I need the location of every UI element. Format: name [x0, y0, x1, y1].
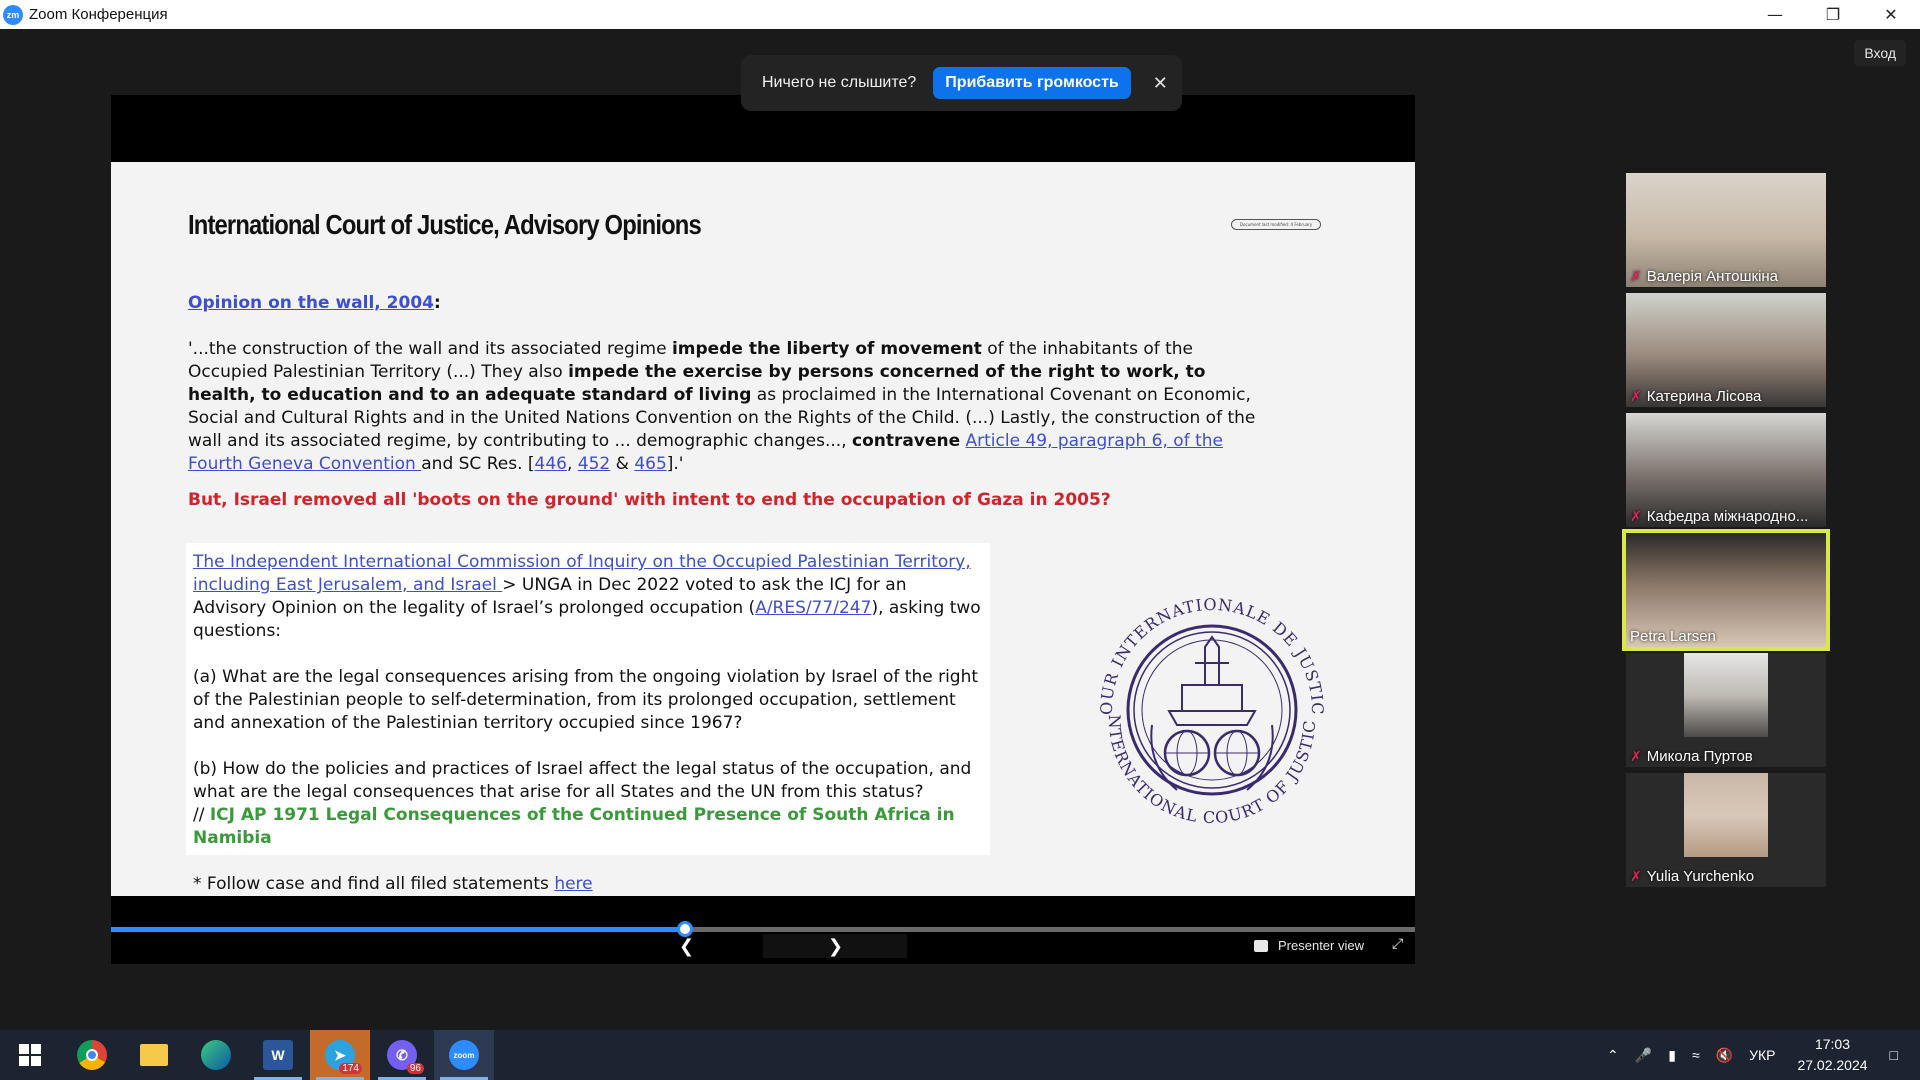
participant-tile[interactable]: ✗ Кафедра міжнародно...	[1626, 413, 1826, 527]
opinion-heading: Opinion on the wall, 2004:	[188, 293, 441, 313]
presenter-view-icon	[1254, 939, 1268, 952]
doc-modified-tag: Document last modified: 4 February	[1231, 219, 1321, 230]
unga-resolution-link[interactable]: A/RES/77/247	[755, 598, 871, 618]
minimize-icon[interactable]: —	[1746, 0, 1804, 29]
participant-tile[interactable]: ✗ Катерина Лісова	[1626, 293, 1826, 407]
wall-opinion-quote: '...the construction of the wall and its…	[188, 338, 1268, 476]
window-controls: — ❐ ✕	[1746, 0, 1920, 29]
show-hidden-icons-icon[interactable]: ⌃	[1607, 1047, 1619, 1064]
quote-bold: impede the liberty of movement	[671, 339, 982, 359]
viber-icon[interactable]: ✆ 96	[372, 1030, 432, 1080]
participant-name: ✗ Кафедра міжнародно...	[1630, 508, 1809, 525]
svg-text:COUR INTERNATIONALE DE JUSTICE: COUR INTERNATIONALE DE JUSTICE	[1087, 585, 1327, 716]
shared-screen: International Court of Justice, Advisory…	[111, 95, 1415, 964]
next-slide-icon[interactable]: ❯	[828, 936, 843, 957]
quote-text: and SC Res. [	[421, 454, 535, 474]
viber-badge: 96	[406, 1063, 424, 1074]
wifi-icon[interactable]: ≈	[1692, 1047, 1700, 1063]
quote-bold: contravene	[852, 431, 961, 451]
quote-text: ].'	[666, 454, 684, 474]
chrome-icon[interactable]	[62, 1030, 122, 1080]
banner-close-icon[interactable]: ✕	[1153, 73, 1168, 94]
window-titlebar: zm Zoom Конференция — ❐ ✕	[0, 0, 1920, 29]
participant-tile[interactable]: ✗ Yulia Yurchenko	[1626, 773, 1826, 887]
meeting-area: Вход Ничего не слышите? Прибавить громко…	[0, 29, 1920, 1030]
slide-title: International Court of Justice, Advisory…	[188, 209, 702, 240]
window-title: Zoom Конференция	[29, 6, 168, 23]
mic-muted-icon: ✗	[1630, 388, 1642, 404]
mic-muted-icon: ✗	[1630, 868, 1642, 884]
word-icon[interactable]: W	[248, 1030, 308, 1080]
system-tray: ⌃ 🎤 ▮ ≈ 🔇 УКР 17:03 27.02.2024 □	[1599, 1030, 1920, 1080]
seal-top-text: COUR INTERNATIONALE DE JUSTICE	[1087, 585, 1326, 716]
presenter-view-button[interactable]: Presenter view	[1254, 938, 1364, 953]
opinion-colon: :	[433, 293, 441, 313]
icj-seal-logo: COUR INTERNATIONALE DE JUSTICE INTERNATI…	[1087, 585, 1327, 827]
microphone-icon[interactable]: 🎤	[1635, 1047, 1652, 1064]
windows-taskbar: W ➤ 174 ✆ 96 zoom ⌃ 🎤 ▮ ≈ 🔇 УКР 17:03 27…	[0, 1030, 1920, 1080]
quote-text: '...the construction of the wall and its…	[188, 339, 672, 359]
file-explorer-icon[interactable]	[124, 1030, 184, 1080]
increase-volume-button[interactable]: Прибавить громкость	[933, 67, 1131, 99]
quote-text: &	[610, 454, 635, 474]
sc-res-446-link[interactable]: 446	[535, 454, 567, 474]
edge-icon[interactable]	[186, 1030, 246, 1080]
namibia-ref-text: ICJ AP 1971 Legal Consequences of the Co…	[193, 805, 955, 848]
telegram-badge: 174	[339, 1063, 362, 1074]
banner-message: Ничего не слышите?	[762, 74, 917, 91]
follow-text: * Follow case and find all filed stateme…	[193, 874, 555, 894]
progress-fill	[111, 927, 685, 932]
advisory-request-box: The Independent International Commission…	[186, 543, 990, 894]
close-icon[interactable]: ✕	[1862, 0, 1920, 29]
previous-slide-icon[interactable]: ❮	[679, 936, 694, 957]
presenter-view-label: Presenter view	[1278, 938, 1364, 953]
participant-video	[1684, 653, 1768, 737]
slide-progress-bar[interactable]	[111, 921, 1415, 937]
presentation-slide: International Court of Justice, Advisory…	[111, 162, 1415, 896]
system-clock[interactable]: 17:03 27.02.2024	[1797, 1034, 1867, 1076]
follow-here-link[interactable]: here	[554, 874, 592, 894]
progress-knob[interactable]	[676, 921, 693, 937]
presenter-controls: ❮ ❯ Presenter view ⤢	[111, 896, 1415, 964]
participant-name: ✗ Микола Пуртов	[1630, 748, 1753, 765]
clock-date: 27.02.2024	[1797, 1057, 1868, 1073]
participant-name: ✗ Катерина Лісова	[1630, 388, 1762, 405]
participant-tile[interactable]: ✗ Валерія Антошкіна	[1626, 173, 1826, 287]
mic-muted-icon: ✗	[1630, 268, 1642, 284]
mic-muted-icon: ✗	[1630, 748, 1642, 764]
follow-case-line: * Follow case and find all filed stateme…	[193, 873, 983, 896]
participant-name: ✗ Yulia Yurchenko	[1630, 868, 1755, 885]
participant-video	[1684, 773, 1768, 857]
participant-tile-active-speaker[interactable]: Petra Larsen	[1622, 529, 1830, 651]
question-b: (b) How do the policies and practices of…	[193, 759, 972, 802]
telegram-icon[interactable]: ➤ 174	[310, 1030, 370, 1080]
quote-text: ,	[566, 454, 578, 474]
clock-time: 17:03	[1814, 1036, 1851, 1052]
language-indicator[interactable]: УКР	[1749, 1047, 1775, 1063]
participant-name: ✗ Валерія Антошкіна	[1630, 268, 1779, 285]
sc-res-465-link[interactable]: 465	[634, 454, 666, 474]
question-a: (a) What are the legal consequences aris…	[193, 667, 979, 733]
box-paragraph-intro: The Independent International Commission…	[193, 551, 983, 643]
opinion-wall-link[interactable]: Opinion on the wall, 2004	[188, 293, 434, 313]
audio-notification-banner: Ничего не слышите? Прибавить громкость ✕	[741, 55, 1182, 111]
login-button[interactable]: Вход	[1854, 40, 1906, 66]
zoom-taskbar-icon[interactable]: zoom	[434, 1030, 494, 1080]
participant-tile[interactable]: ✗ Микола Пуртов	[1626, 653, 1826, 767]
mic-muted-icon: ✗	[1630, 508, 1642, 524]
battery-icon[interactable]: ▮	[1668, 1047, 1676, 1064]
restore-icon[interactable]: ❐	[1804, 0, 1862, 29]
participant-name: Petra Larsen	[1630, 628, 1716, 645]
namibia-reference: // ICJ AP 1971 Legal Consequences of the…	[193, 804, 983, 850]
sc-res-452-link[interactable]: 452	[578, 454, 610, 474]
notification-center-icon[interactable]: □	[1890, 1047, 1898, 1063]
zoom-app-icon: zm	[3, 4, 23, 25]
ref-prefix: //	[193, 805, 210, 825]
volume-muted-icon[interactable]: 🔇	[1716, 1047, 1733, 1064]
fullscreen-icon[interactable]: ⤢	[1392, 936, 1403, 952]
windows-start-icon[interactable]	[0, 1030, 60, 1080]
gaza-question: But, Israel removed all 'boots on the gr…	[188, 490, 1111, 510]
